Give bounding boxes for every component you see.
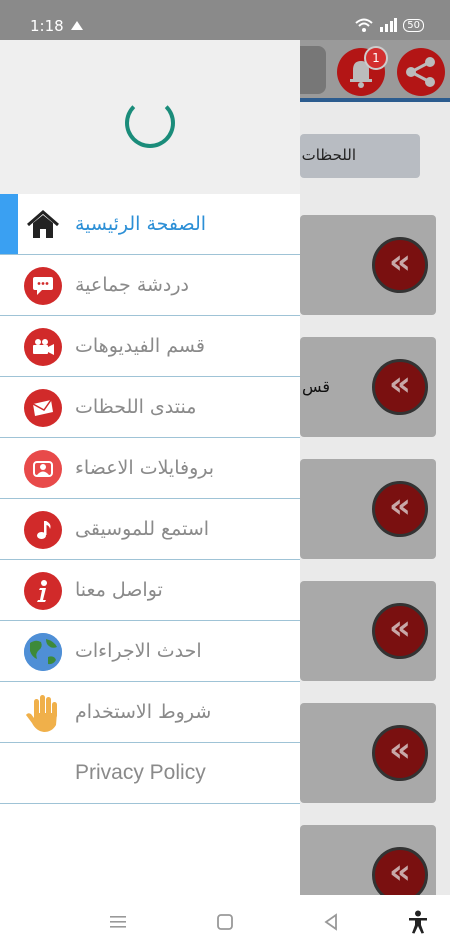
app-notification-icon [71, 21, 83, 30]
back-button[interactable] [316, 907, 346, 937]
open-arrow-button[interactable] [372, 603, 428, 659]
menu-item-latest-actions[interactable]: احدث الاجراءات [0, 621, 300, 682]
menu-item-label: استمع للموسيقى [75, 518, 210, 540]
square-icon [217, 914, 233, 930]
share-button[interactable] [397, 48, 445, 96]
menu-lines-icon [110, 916, 126, 928]
share-icon [406, 57, 435, 87]
hand-icon [24, 694, 62, 732]
home-button[interactable] [210, 907, 240, 937]
open-arrow-button[interactable] [372, 359, 428, 415]
menu-item-members[interactable]: بروفايلات الاعضاء [0, 438, 300, 499]
battery-indicator: 50 [403, 18, 424, 32]
recent-apps-button[interactable] [103, 907, 133, 937]
menu-item-label: بروفايلات الاعضاء [75, 457, 215, 479]
music-note-icon [24, 511, 62, 549]
status-indicators: 50 [355, 18, 424, 32]
menu-item-label: الصفحة الرئيسية [75, 213, 207, 235]
menu-item-label: منتدى اللحظات [75, 396, 197, 418]
loading-spinner [125, 98, 175, 148]
menu-item-privacy-policy[interactable]: Privacy Policy [0, 743, 300, 804]
info-icon [24, 572, 62, 610]
menu-item-label: Privacy Policy [75, 761, 206, 784]
status-bar: 1:18 50 [0, 0, 450, 40]
menu-item-videos[interactable]: قسم الفيديوهات [0, 316, 300, 377]
menu-item-group-chat[interactable]: دردشة جماعية [0, 255, 300, 316]
wifi-icon [355, 18, 373, 32]
system-navigation-bar [0, 895, 450, 950]
video-camera-icon [24, 328, 62, 366]
open-arrow-button[interactable] [372, 481, 428, 537]
open-arrow-button[interactable] [372, 725, 428, 781]
back-triangle-icon [324, 913, 337, 931]
menu-item-label: تواصل معنا [75, 579, 163, 601]
signal-icon [380, 18, 398, 32]
active-indicator [0, 194, 18, 254]
mail-icon [24, 389, 62, 427]
drawer-header [0, 40, 300, 194]
notification-badge: 1 [364, 46, 388, 70]
members-icon [24, 450, 62, 488]
status-time: 1:18 [30, 17, 64, 35]
menu-item-label: شروط الاستخدام [75, 701, 212, 723]
menu-item-terms[interactable]: شروط الاستخدام [0, 682, 300, 743]
menu-item-music[interactable]: استمع للموسيقى [0, 499, 300, 560]
menu-item-label: دردشة جماعية [75, 274, 190, 296]
menu-item-home[interactable]: الصفحة الرئيسية [0, 194, 300, 255]
menu-item-forum[interactable]: منتدى اللحظات [0, 377, 300, 438]
navigation-drawer: الصفحة الرئيسية دردشة جماعية قسم الفيديو… [0, 40, 300, 895]
chat-icon [24, 267, 62, 305]
home-icon [24, 206, 62, 244]
accessibility-button[interactable] [403, 907, 433, 937]
accessibility-icon [409, 910, 427, 934]
open-arrow-button[interactable] [372, 847, 428, 895]
menu-item-label: احدث الاجراءات [75, 640, 202, 662]
open-arrow-button[interactable] [372, 237, 428, 293]
globe-icon [24, 633, 62, 671]
card-title: قس [302, 377, 331, 396]
menu-item-label: قسم الفيديوهات [75, 335, 205, 357]
menu-item-contact[interactable]: تواصل معنا [0, 560, 300, 621]
tab-moments[interactable]: اللحظات [300, 134, 420, 178]
